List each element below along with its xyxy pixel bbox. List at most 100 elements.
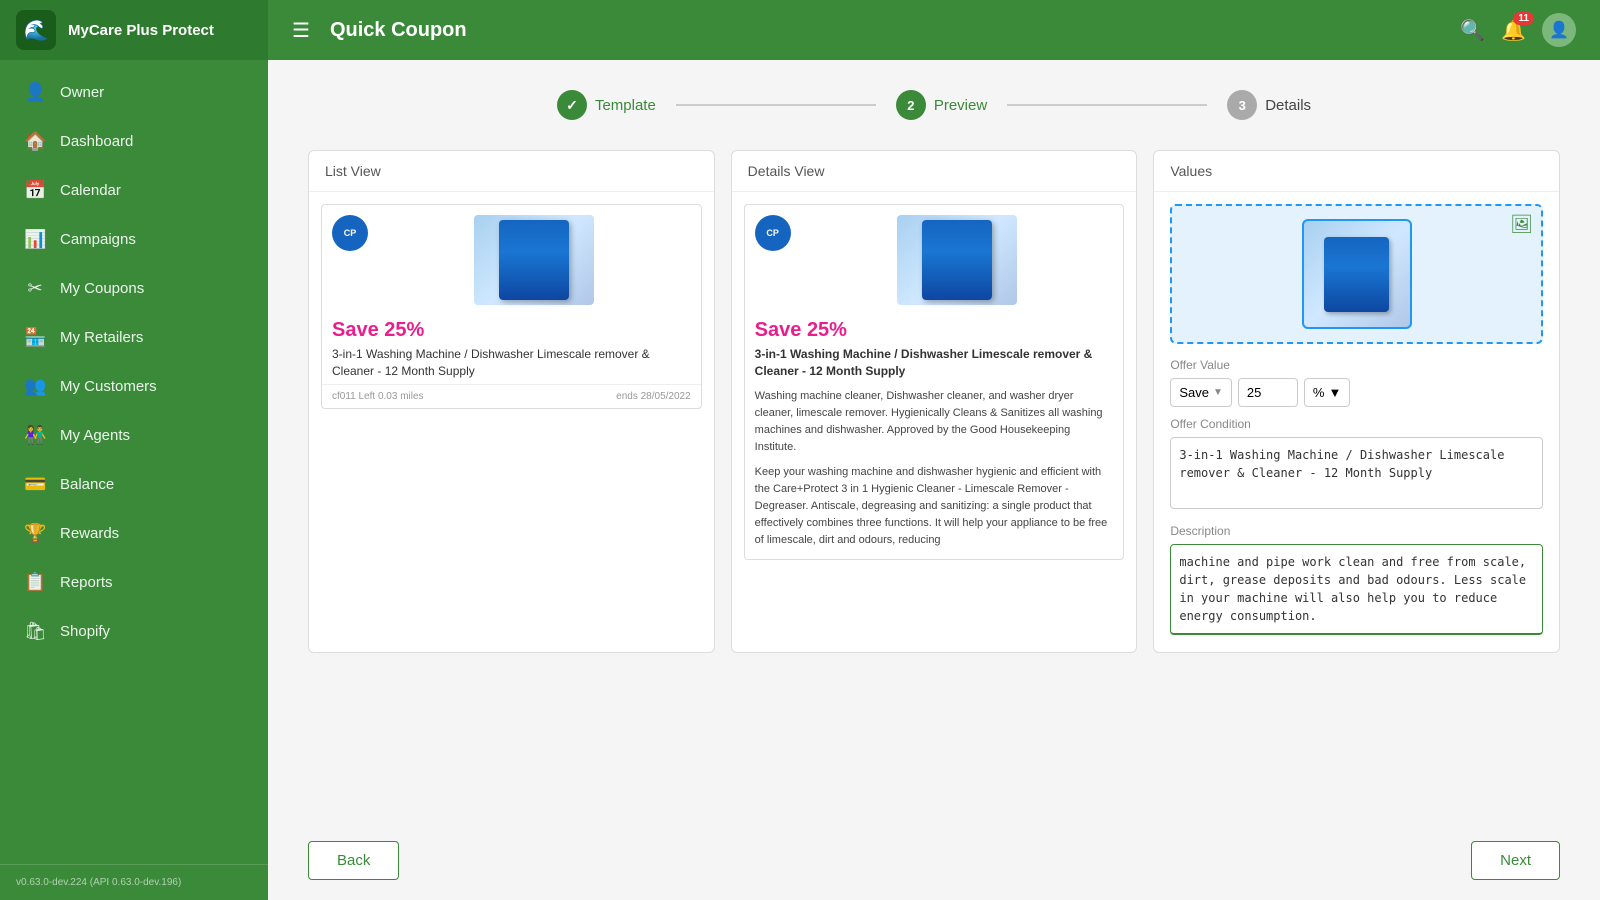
next-button[interactable]: Next [1471,841,1560,880]
list-view-details: Save 25% 3-in-1 Washing Machine / Dishwa… [322,319,701,384]
sidebar-item-label-my-retailers: My Retailers [60,329,143,346]
detail-save-percent: Save 25% [755,319,1114,342]
step-2-label: Preview [934,97,987,114]
details-view-header: Details View [732,151,1137,192]
image-upload-area[interactable]: 🖼 [1170,204,1543,344]
list-view-inner: CP Save 25% 3-in-1 Washing Machine / Dis… [321,204,702,409]
sidebar-item-balance[interactable]: 💳 Balance [0,460,268,509]
dashboard-icon: 🏠 [24,131,46,152]
sidebar-header: 🌊 MyCare Plus Protect [0,0,268,60]
list-view-meta: cf011 Left 0.03 miles ends 28/05/2022 [322,384,701,408]
rewards-icon: 🏆 [24,523,46,544]
values-body: 🖼 Offer Value Save ▼ % ▼ [1154,192,1559,652]
meta-left: cf011 Left 0.03 miles [332,391,424,402]
sidebar-nav: 👤 Owner 🏠 Dashboard 📅 Calendar 📊 Campaig… [0,60,268,864]
sidebar-item-reports[interactable]: 📋 Reports [0,558,268,607]
sidebar-item-label-my-agents: My Agents [60,427,130,444]
sidebar-item-label-dashboard: Dashboard [60,133,133,150]
cards-row: List View CP Save 25% 3-in-1 Washing Mac… [308,150,1560,653]
step-3-label: Details [1265,97,1311,114]
version-label: v0.63.0-dev.224 (API 0.63.0-dev.196) [0,864,268,900]
back-button[interactable]: Back [308,841,399,880]
sidebar-item-shopify[interactable]: 🛍 Shopify [0,607,268,656]
my-agents-icon: 👫 [24,425,46,446]
step-3-circle: 3 [1227,90,1257,120]
step-1-circle: ✓ [557,90,587,120]
sidebar-item-calendar[interactable]: 📅 Calendar [0,166,268,215]
list-view-card: List View CP Save 25% 3-in-1 Washing Mac… [308,150,715,653]
offer-condition-label: Offer Condition [1170,417,1543,431]
sidebar-item-rewards[interactable]: 🏆 Rewards [0,509,268,558]
sidebar-item-my-customers[interactable]: 👥 My Customers [0,362,268,411]
sidebar-item-label-rewards: Rewards [60,525,119,542]
values-header: Values [1154,151,1559,192]
sidebar-item-label-campaigns: Campaigns [60,231,136,248]
step-2-circle: 2 [896,90,926,120]
uploaded-image-preview [1302,219,1412,329]
calendar-icon: 📅 [24,180,46,201]
avatar[interactable]: 👤 [1542,13,1576,47]
sidebar-item-label-shopify: Shopify [60,623,110,640]
amount-input[interactable] [1238,378,1298,407]
sidebar-item-my-agents[interactable]: 👫 My Agents [0,411,268,460]
detail-product-name: 3-in-1 Washing Machine / Dishwasher Lime… [755,346,1114,380]
step-3: 3 Details [1227,90,1311,120]
step-1: ✓ Template [557,90,656,120]
details-content: Save 25% 3-in-1 Washing Machine / Dishwa… [745,319,1124,559]
offer-condition-textarea[interactable] [1170,437,1543,509]
campaigns-icon: 📊 [24,229,46,250]
detail-desc-2: Keep your washing machine and dishwasher… [755,464,1114,549]
image-upload-icon: 🖼 [1510,214,1533,235]
list-view-top: CP [322,205,701,315]
step-line-2 [1007,104,1207,106]
notification-badge: 11 [1513,12,1534,25]
sidebar-item-label-calendar: Calendar [60,182,121,199]
sidebar-item-my-coupons[interactable]: ✂ My Coupons [0,264,268,313]
save-select-value: Save [1179,385,1209,400]
offer-value-row: Save ▼ % ▼ [1170,378,1543,407]
search-icon[interactable]: 🔍 [1460,18,1485,43]
list-product-name: 3-in-1 Washing Machine / Dishwasher Lime… [332,346,691,380]
step-2: 2 Preview [896,90,987,120]
balance-icon: 💳 [24,474,46,495]
owner-icon: 👤 [24,82,46,103]
menu-icon[interactable]: ☰ [292,18,310,43]
unit-select-caret: ▼ [1328,385,1341,400]
sidebar: 🌊 MyCare Plus Protect 👤 Owner 🏠 Dashboar… [0,0,268,900]
product-image-list [378,215,691,305]
details-view-body: CP Save 25% 3-in-1 Washing Machine / Dis… [732,192,1137,652]
save-select[interactable]: Save ▼ [1170,378,1232,407]
content-area: ✓ Template 2 Preview 3 Details List View [268,60,1600,841]
sidebar-item-my-retailers[interactable]: 🏪 My Retailers [0,313,268,362]
notification-bell[interactable]: 🔔 11 [1501,18,1526,43]
unit-select[interactable]: % ▼ [1304,378,1350,407]
list-save-percent: Save 25% [332,319,691,342]
details-view-inner: CP Save 25% 3-in-1 Washing Machine / Dis… [744,204,1125,560]
stepper: ✓ Template 2 Preview 3 Details [308,90,1560,120]
product-image-detail [801,215,1114,305]
sidebar-item-campaigns[interactable]: 📊 Campaigns [0,215,268,264]
product-box [474,215,594,305]
my-coupons-icon: ✂ [24,278,46,299]
sidebar-item-dashboard[interactable]: 🏠 Dashboard [0,117,268,166]
brand-logo-detail: CP [755,215,791,251]
sidebar-item-label-my-customers: My Customers [60,378,157,395]
description-label: Description [1170,524,1543,538]
details-top: CP [745,205,1124,315]
sidebar-item-label-reports: Reports [60,574,113,591]
sidebar-item-label-owner: Owner [60,84,104,101]
app-title: MyCare Plus Protect [68,22,214,39]
sidebar-item-label-my-coupons: My Coupons [60,280,144,297]
sidebar-item-owner[interactable]: 👤 Owner [0,68,268,117]
detail-desc-1: Washing machine cleaner, Dishwasher clea… [755,388,1114,456]
step-1-label: Template [595,97,656,114]
meta-right: ends 28/05/2022 [616,391,691,402]
description-textarea[interactable] [1170,544,1543,635]
list-view-body: CP Save 25% 3-in-1 Washing Machine / Dis… [309,192,714,652]
reports-icon: 📋 [24,572,46,593]
step-line-1 [676,104,876,106]
page-title: Quick Coupon [330,19,1448,42]
main-area: ☰ Quick Coupon 🔍 🔔 11 👤 ✓ Template 2 Pre… [268,0,1600,900]
unit-select-value: % [1313,385,1325,400]
my-retailers-icon: 🏪 [24,327,46,348]
